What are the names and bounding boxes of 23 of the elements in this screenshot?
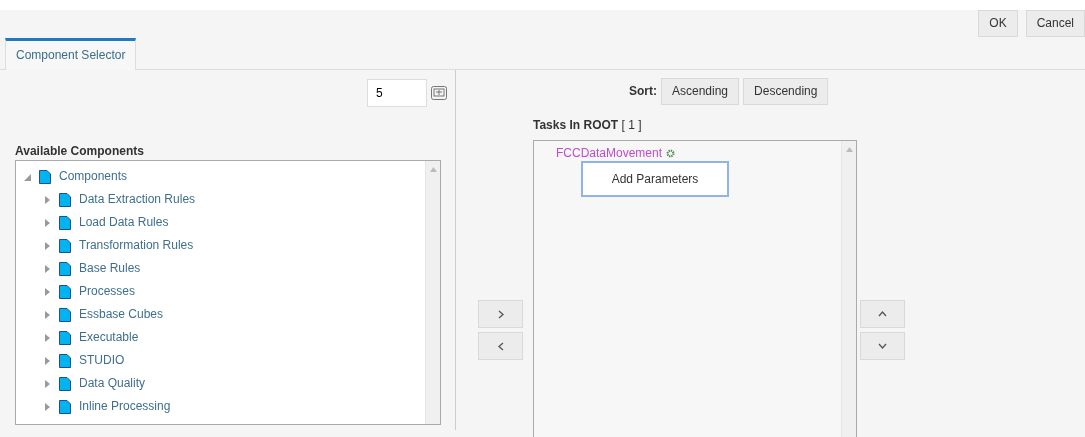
tree-item[interactable]: Data Quality bbox=[79, 372, 146, 395]
tree-item[interactable]: Load Data Rules bbox=[79, 211, 169, 234]
tree-item[interactable]: Executable bbox=[79, 326, 139, 349]
tree-item[interactable]: Inline Processing bbox=[79, 395, 171, 418]
dialog-button[interactable]: OK bbox=[978, 10, 1018, 37]
task-item[interactable]: FCCDataMovement bbox=[556, 144, 663, 162]
tree-item[interactable]: Base Rules bbox=[79, 257, 141, 280]
dialog-button[interactable]: Cancel bbox=[1025, 10, 1085, 37]
tree-item[interactable]: Essbase Cubes bbox=[79, 303, 164, 326]
sort-button[interactable]: Ascending bbox=[661, 77, 740, 105]
tree-item[interactable]: STUDIO bbox=[79, 349, 125, 372]
tree-item[interactable]: Components bbox=[59, 165, 128, 188]
sort-button[interactable]: Descending bbox=[743, 77, 829, 105]
menu-item[interactable]: Add Parameters bbox=[581, 161, 729, 197]
page-size-field[interactable]: 5 bbox=[367, 79, 427, 107]
tasks-title: Tasks In ROOT bbox=[533, 118, 619, 132]
sort-label: Sort: bbox=[629, 83, 657, 100]
section-title: Available Components bbox=[14, 143, 145, 160]
tree-item[interactable]: Processes bbox=[79, 280, 136, 303]
task-count: [ 1 ] bbox=[621, 118, 642, 132]
tree-item[interactable]: Transformation Rules bbox=[79, 234, 194, 257]
tab[interactable]: Component Selector bbox=[5, 38, 137, 70]
tree-item[interactable]: Data Extraction Rules bbox=[79, 188, 196, 211]
